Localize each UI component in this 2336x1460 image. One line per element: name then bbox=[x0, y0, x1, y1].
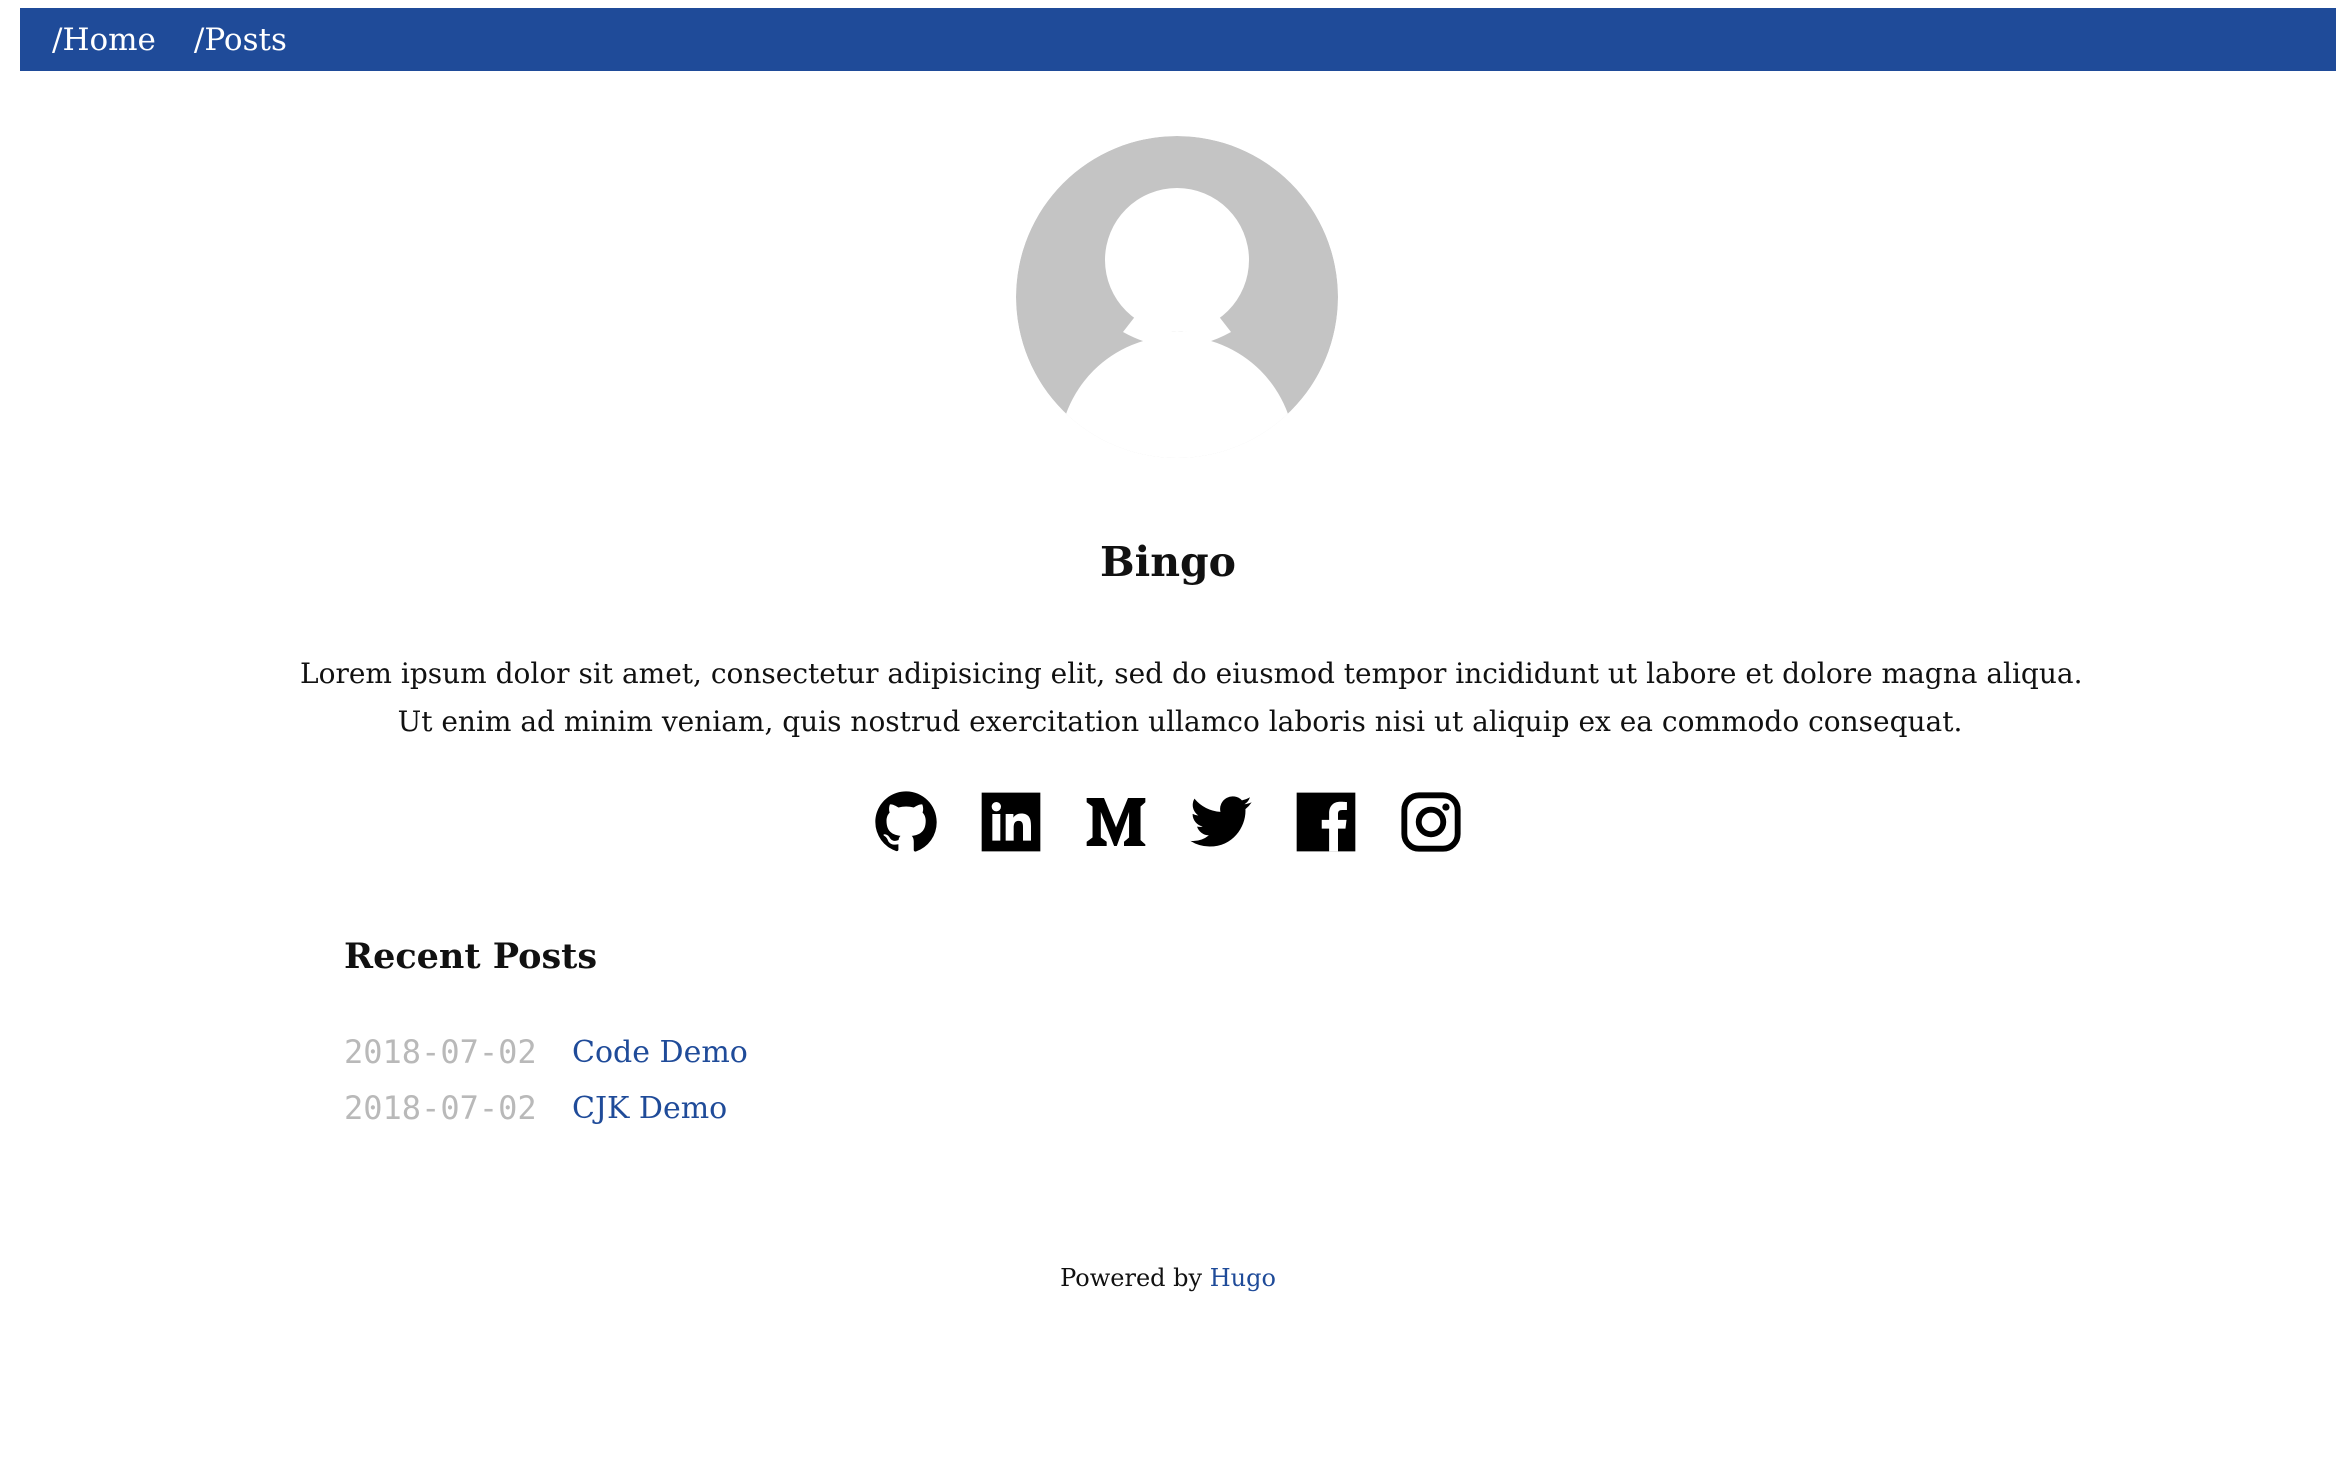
twitter-icon[interactable] bbox=[1189, 790, 1253, 854]
post-link[interactable]: Code Demo bbox=[572, 1035, 748, 1070]
bio-line-1: Lorem ipsum dolor sit amet, consectetur … bbox=[300, 657, 2083, 690]
post-link[interactable]: CJK Demo bbox=[572, 1091, 727, 1126]
profile-name: Bingo bbox=[1099, 538, 1237, 586]
github-icon[interactable] bbox=[874, 790, 938, 854]
footer-hugo-link[interactable]: Hugo bbox=[1210, 1264, 1276, 1292]
nav-link-posts[interactable]: /Posts bbox=[194, 22, 287, 58]
footer: Powered by Hugo bbox=[0, 1264, 2336, 1292]
recent-posts-heading: Recent Posts bbox=[344, 936, 598, 977]
profile-bio: Lorem ipsum dolor sit amet, consectetur … bbox=[300, 650, 2083, 746]
social-links bbox=[0, 790, 2336, 854]
top-navbar: /Home /Posts bbox=[20, 8, 2336, 71]
instagram-icon[interactable] bbox=[1399, 790, 1463, 854]
post-date: 2018-07-02 bbox=[344, 1089, 537, 1127]
medium-icon[interactable] bbox=[1084, 790, 1148, 854]
linkedin-icon[interactable] bbox=[979, 790, 1043, 854]
recent-posts-list: 2018-07-02 Code Demo 2018-07-02 CJK Demo bbox=[344, 1024, 748, 1136]
list-item: 2018-07-02 CJK Demo bbox=[344, 1080, 748, 1136]
nav-link-home[interactable]: /Home bbox=[52, 22, 156, 58]
bio-line-2: Ut enim ad minim veniam, quis nostrud ex… bbox=[397, 705, 1963, 738]
facebook-icon[interactable] bbox=[1294, 790, 1358, 854]
list-item: 2018-07-02 Code Demo bbox=[344, 1024, 748, 1080]
avatar bbox=[1016, 136, 1338, 458]
footer-text: Powered by bbox=[1060, 1264, 1210, 1292]
post-date: 2018-07-02 bbox=[344, 1033, 537, 1071]
